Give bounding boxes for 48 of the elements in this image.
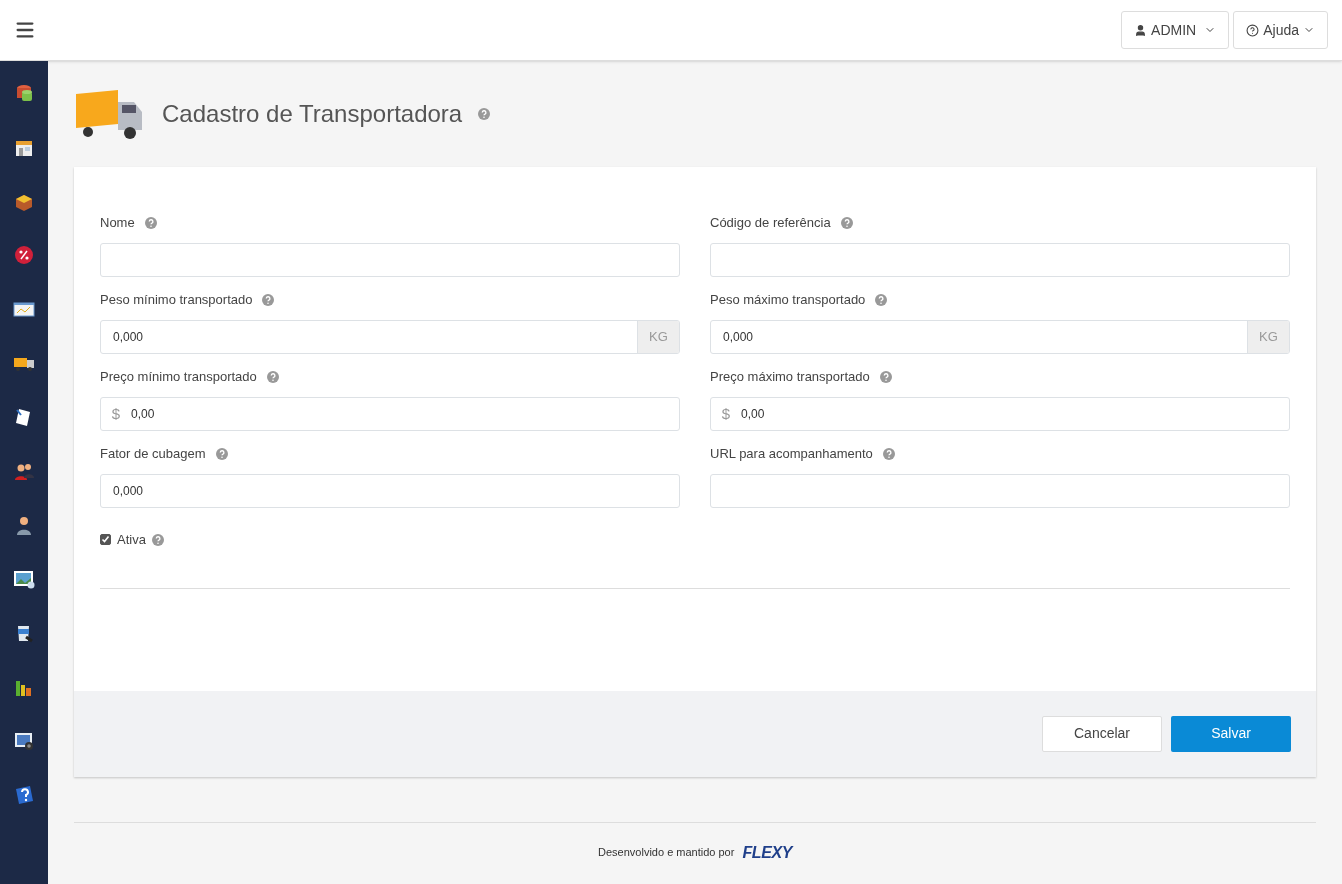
- input-group[interactable]: 0,000 KG: [710, 320, 1290, 354]
- help-icon[interactable]: [266, 371, 279, 383]
- help-icon[interactable]: [882, 448, 895, 460]
- field-label: Peso máximo transportado: [710, 291, 866, 310]
- check-icon: [101, 535, 110, 545]
- cancel-button[interactable]: Cancelar: [1042, 715, 1162, 752]
- input-group[interactable]: 0,000 KG: [100, 320, 680, 354]
- input-field[interactable]: [710, 243, 1290, 277]
- help-icon[interactable]: [840, 217, 853, 229]
- currency-addon: $: [720, 403, 732, 424]
- help-icon[interactable]: [215, 448, 228, 460]
- help-icon[interactable]: [478, 108, 491, 120]
- input-group[interactable]: $ 0,00: [710, 397, 1290, 431]
- unit-addon: KG: [637, 321, 679, 353]
- help-icon[interactable]: [151, 533, 164, 546]
- input-field[interactable]: 0,00: [131, 398, 679, 430]
- field-label: Peso mínimo transportado: [100, 291, 253, 310]
- help-icon[interactable]: [144, 217, 157, 229]
- field-label: URL para acompanhamento: [710, 445, 873, 464]
- help-icon: [1246, 23, 1260, 37]
- user-menu-button[interactable]: ADMIN: [1121, 11, 1230, 49]
- field-label: Nome: [100, 214, 135, 233]
- input-group[interactable]: $ 0,00: [100, 397, 680, 431]
- help-icon[interactable]: [875, 294, 888, 306]
- save-button[interactable]: Salvar: [1171, 715, 1291, 752]
- unit-addon: KG: [1247, 321, 1289, 353]
- brand-logo: FLEXY: [742, 842, 792, 863]
- footer-text: Desenvolvido e mantido por: [598, 845, 735, 861]
- field-label: Preço mínimo transportado: [100, 368, 257, 387]
- checkbox-label: Ativa: [117, 531, 146, 549]
- input-field[interactable]: [710, 474, 1290, 508]
- input-field[interactable]: 0,000: [711, 321, 1247, 353]
- currency-addon: $: [110, 403, 122, 424]
- user-icon: [1134, 23, 1148, 37]
- checkbox[interactable]: [100, 534, 111, 546]
- menu-icon[interactable]: [14, 19, 36, 41]
- percent-badge-icon[interactable]: [12, 243, 36, 267]
- help-icon[interactable]: [879, 371, 892, 383]
- field-label: Preço máximo transportado: [710, 368, 870, 387]
- help-menu-button[interactable]: Ajuda: [1233, 11, 1328, 49]
- field-label: Código de referência: [710, 214, 831, 233]
- input-field[interactable]: 0,000: [100, 474, 680, 508]
- field-label: Fator de cubagem: [100, 445, 206, 464]
- input-field[interactable]: [100, 243, 680, 277]
- input-field[interactable]: 0,00: [741, 398, 1289, 430]
- help-icon[interactable]: [262, 294, 275, 306]
- input-field[interactable]: 0,000: [101, 321, 637, 353]
- page-title: Cadastro de Transportadora: [162, 99, 463, 129]
